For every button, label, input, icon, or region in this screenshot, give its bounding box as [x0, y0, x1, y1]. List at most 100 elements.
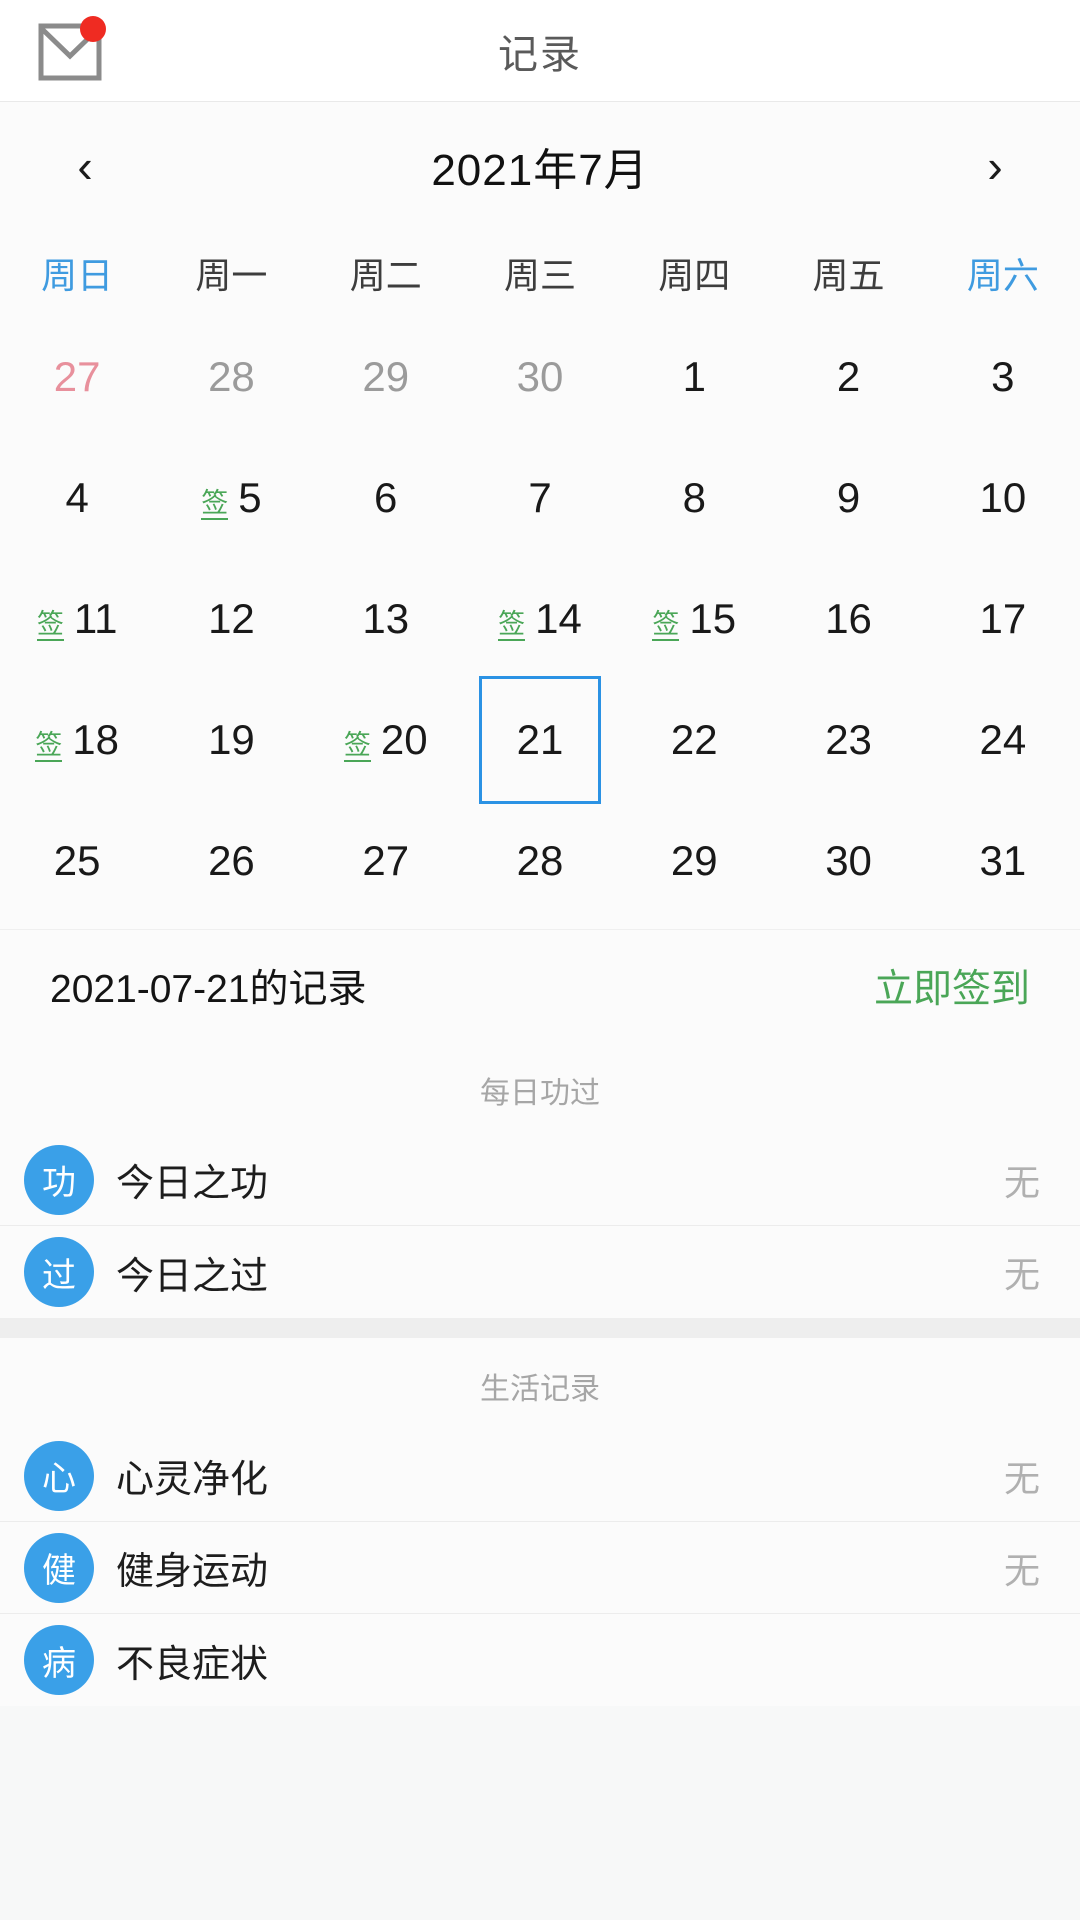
calendar-day-number: 4: [65, 473, 89, 521]
mail-icon-button[interactable]: [38, 15, 112, 84]
item-value: 无: [1003, 1161, 1040, 1203]
calendar-day-cell[interactable]: 16: [771, 558, 925, 679]
prev-month-button[interactable]: ‹: [56, 137, 114, 195]
calendar-day-number: 20: [380, 715, 428, 763]
page-title: 记录: [498, 32, 582, 77]
section-title: 生活记录: [0, 1338, 1080, 1430]
calendar-day-number: 11: [73, 594, 118, 642]
calendar-day-number: 23: [825, 715, 872, 763]
item-badge-avatar: 过: [24, 1237, 94, 1307]
calendar-day-cell[interactable]: 签 11: [0, 558, 154, 679]
calendar-day-cell[interactable]: 28: [463, 800, 617, 921]
calendar-day-number: 28: [516, 836, 564, 884]
calendar-day-cell[interactable]: 31: [926, 800, 1080, 921]
calendar-day-inner: 23: [825, 716, 872, 764]
calendar-day-cell[interactable]: 19: [154, 679, 308, 800]
calendar-day-number: 27: [53, 352, 101, 400]
list-item[interactable]: 过今日之过 无: [0, 1226, 1080, 1318]
calendar-day-inner: 1: [683, 353, 706, 401]
sign-in-now-button[interactable]: 立即签到: [874, 958, 1030, 1014]
section-title: 每日功过: [0, 1042, 1080, 1134]
calendar-day-cell[interactable]: 24: [926, 679, 1080, 800]
weekday-label-2: 周二: [349, 255, 422, 296]
list-item[interactable]: 功今日之功 无: [0, 1134, 1080, 1226]
app-root: 记录 ‹ 2021年7月 › 周日 周一 周二 周三 周四 周五 周六 27 28 29 30 1 2…: [0, 0, 1080, 1920]
calendar-day-inner: 10: [979, 474, 1026, 522]
calendar-day-cell[interactable]: 签 20: [309, 679, 463, 800]
calendar-day-inner: 29: [362, 353, 409, 401]
calendar-day-cell[interactable]: 25: [0, 800, 154, 921]
item-badge-avatar: 心: [24, 1440, 94, 1511]
calendar-day-cell[interactable]: 30: [463, 316, 617, 437]
section-list: 功今日之功无过今日之过无: [0, 1134, 1080, 1318]
calendar-day-cell[interactable]: 签 14: [463, 558, 617, 679]
calendar-day-cell[interactable]: 9: [771, 437, 925, 558]
item-label: 今日之功: [116, 1163, 269, 1205]
sign-in-mark-icon: 签: [201, 488, 229, 520]
calendar-day-number: 29: [362, 352, 410, 400]
calendar-day-inner: 签 18: [35, 716, 119, 764]
calendar-day-inner: 21: [517, 716, 564, 764]
sign-in-mark-icon: 签: [652, 609, 680, 641]
calendar-day-cell[interactable]: 3: [926, 316, 1080, 437]
calendar-day-number: 30: [516, 352, 564, 400]
sections-container: 每日功过功今日之功无过今日之过无生活记录心心灵净化无健健身运动无病不良症状: [0, 1042, 1080, 1706]
weekday-label-3: 周三: [503, 255, 576, 296]
next-month-button[interactable]: ›: [966, 137, 1024, 195]
calendar-day-number: 13: [362, 594, 410, 642]
calendar-day-cell[interactable]: 1: [617, 316, 771, 437]
item-label: 健身运动: [116, 1551, 269, 1593]
calendar-day-cell[interactable]: 21: [463, 675, 617, 804]
item-value: 无: [1003, 1457, 1040, 1499]
calendar-day-cell[interactable]: 12: [154, 558, 308, 679]
calendar-day-cell[interactable]: 4: [0, 437, 154, 558]
calendar-day-cell[interactable]: 8: [617, 437, 771, 558]
calendar-day-number: 6: [374, 473, 398, 521]
calendar-day-cell[interactable]: 签5: [154, 437, 308, 558]
calendar-day-cell[interactable]: 签 15: [617, 558, 771, 679]
calendar-day-cell[interactable]: 签 18: [0, 679, 154, 800]
calendar-day-cell[interactable]: 23: [771, 679, 925, 800]
calendar-day-number: 15: [689, 594, 737, 642]
calendar-day-cell[interactable]: 27: [0, 316, 154, 437]
calendar: ‹ 2021年7月 › 周日 周一 周二 周三 周四 周五 周六 27 28 29 30 1 2 3 4 签…: [0, 102, 1080, 930]
calendar-day-cell[interactable]: 13: [309, 558, 463, 679]
item-label: 今日之过: [116, 1255, 269, 1298]
calendar-day-number: 3: [991, 352, 1015, 400]
calendar-day-number: 18: [72, 715, 119, 763]
calendar-day-cell[interactable]: 6: [309, 437, 463, 558]
calendar-day-number: 12: [208, 594, 255, 642]
calendar-day-inner: 28: [517, 837, 564, 885]
calendar-day-inner: 27: [54, 353, 101, 401]
calendar-day-number: 25: [53, 836, 101, 884]
calendar-day-inner: 28: [208, 353, 255, 401]
calendar-day-cell[interactable]: 29: [309, 316, 463, 437]
calendar-day-cell[interactable]: 30: [771, 800, 925, 921]
calendar-day-cell[interactable]: 2: [771, 316, 925, 437]
calendar-week-row: 4 签 5 6 7 8 9 10: [0, 437, 1080, 558]
calendar-day-inner: 16: [825, 595, 872, 643]
list-item[interactable]: 心心灵净化 无: [0, 1430, 1080, 1522]
calendar-week-row: 25 26 27 28 29 30 31: [0, 800, 1080, 921]
calendar-day-cell[interactable]: 27: [309, 800, 463, 921]
calendar-day-cell[interactable]: 26: [154, 800, 308, 921]
unread-badge: [80, 15, 106, 42]
section-list: 心心灵净化无健健身运动无病不良症状: [0, 1430, 1080, 1706]
calendar-day-inner: 27: [362, 837, 409, 885]
record-date-title: 2021-07-21的记录: [50, 968, 367, 1011]
calendar-day-cell[interactable]: 10: [926, 437, 1080, 558]
list-item[interactable]: 健健身运动 无: [0, 1522, 1080, 1614]
calendar-day-number: 22: [670, 715, 718, 763]
sign-in-mark-icon: 签: [36, 609, 64, 641]
calendar-day-inner: 2: [837, 353, 860, 401]
calendar-day-cell[interactable]: 17: [926, 558, 1080, 679]
calendar-week-row: 签 18 19 签 20 21 22 23 24: [0, 675, 1080, 804]
list-item[interactable]: 病不良症状: [0, 1614, 1080, 1706]
calendar-day-cell[interactable]: 28: [154, 316, 308, 437]
calendar-day-cell[interactable]: 29: [617, 800, 771, 921]
calendar-day-inner: 19: [208, 716, 255, 764]
calendar-day-number: 28: [208, 352, 255, 400]
calendar-day-cell[interactable]: 22: [617, 679, 771, 800]
calendar-day-cell[interactable]: 7: [463, 437, 617, 558]
section-divider: [0, 1318, 1080, 1338]
